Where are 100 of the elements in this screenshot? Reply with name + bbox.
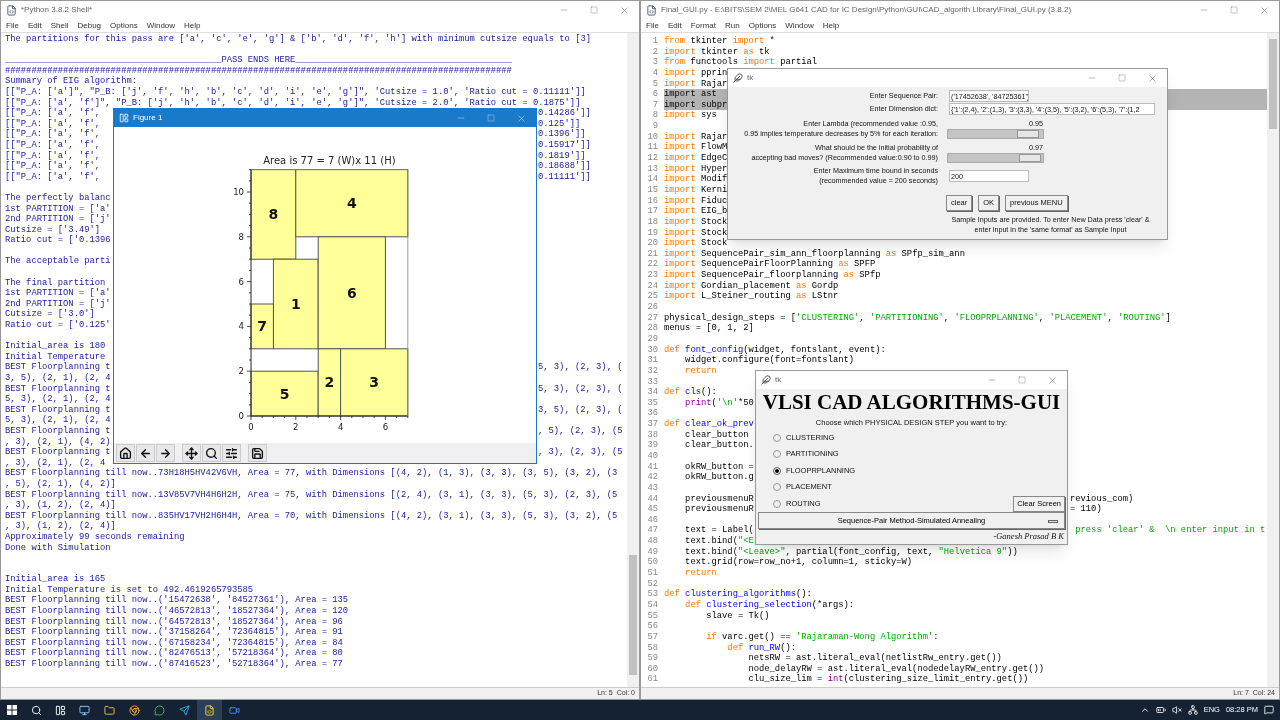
output-line: ################################################################################################ — [5, 65, 512, 76]
line-number: 8 — [651, 110, 658, 122]
menu-item[interactable]: Window — [146, 19, 176, 32]
code-line: import SequencePairFloorPlanning as SPFP — [664, 259, 876, 270]
output-line: Cutsize = ['3.49'] — [5, 224, 101, 235]
line-number: 34 — [646, 387, 658, 398]
code-line: return — [684, 365, 717, 377]
window-title: tk — [747, 72, 754, 84]
save-icon[interactable] — [248, 444, 267, 462]
window-title: Figure 1 — [133, 112, 163, 124]
dropdown-indicator-icon — [1048, 519, 1058, 523]
line-number: 24 — [646, 280, 658, 292]
line-number: 25 — [646, 291, 658, 302]
output-line: _________________________________________PASS ENDS HERE_________________________________________ — [5, 55, 512, 66]
menu-item[interactable]: Options — [110, 19, 138, 32]
menu-item[interactable]: Run — [725, 19, 740, 32]
figure-icon — [119, 113, 129, 123]
code-line: import Stock — [664, 216, 728, 228]
python-file-icon[interactable] — [197, 700, 222, 720]
code-line: def run_RW(): — [726, 642, 796, 654]
line-number: 4 — [651, 67, 658, 79]
code-line: = 110) — [1070, 504, 1102, 515]
scrollbar[interactable] — [1267, 33, 1279, 687]
home-icon[interactable] — [116, 444, 135, 462]
output-line: Initial Temperature is set to 492.4619265793585 — [5, 584, 254, 595]
maximize-icon — [590, 6, 598, 14]
menu-item[interactable]: File — [6, 19, 19, 32]
speaker-muted-icon[interactable] — [1171, 705, 1182, 715]
menu-item[interactable]: Shell — [50, 19, 69, 32]
output-line: The perfectly balanc — [5, 192, 111, 203]
output-line: , 3), (2, 1), (4, 2) — [5, 436, 111, 447]
chevron-up-icon[interactable] — [1139, 705, 1150, 715]
menu-item[interactable]: Options — [748, 19, 777, 32]
line-number: 26 — [646, 302, 658, 313]
sliders-icon[interactable] — [222, 444, 241, 462]
menu-item[interactable]: Format — [690, 19, 717, 32]
output-line: BEST Floorplanning till now..('37158264', '72364815'), Area = 91 — [5, 627, 343, 638]
code-line: def clear_ok_prev — [664, 419, 754, 430]
tick-label: 0 — [238, 411, 244, 421]
line-number: 53 — [646, 589, 658, 600]
maximize-icon — [1118, 74, 1126, 82]
code-line: import EIG_b — [664, 206, 728, 217]
output-line: , 3), (1, 2), (2, 4)] — [5, 521, 116, 532]
menu-item[interactable]: Help — [822, 19, 840, 32]
tick-label: 0 — [248, 422, 254, 432]
line-number: 7 — [651, 99, 658, 111]
menu-item[interactable]: Edit — [667, 19, 682, 32]
output-line: 5, 3), (2, 1), (2, 4 — [5, 415, 111, 426]
radio-button[interactable] — [773, 466, 781, 475]
slider-thumb[interactable] — [1017, 130, 1040, 138]
menu-item[interactable]: Edit — [27, 19, 42, 32]
line-number: 41 — [646, 461, 658, 473]
code-line: from tkinter import * — [664, 36, 775, 47]
code-line: import Gordian_placement as Gordp — [664, 280, 839, 291]
code-line: print('\n'*50 — [684, 397, 754, 409]
output-line: [["P_A: ['a', 'f', — [5, 129, 102, 140]
network-icon[interactable] — [1187, 705, 1198, 715]
output-line: , 3), (2, 3), (5 — [538, 447, 623, 458]
output-line: 1st PARTITION = ['a' — [5, 288, 111, 299]
zoom-icon[interactable] — [202, 444, 221, 462]
output-line: [["P_A: ['a', 'f', — [5, 161, 102, 172]
output-line: BEST Floorplanning t — [5, 362, 111, 373]
line-number: 1 — [651, 36, 658, 47]
code-line: text = Label( — [684, 525, 754, 536]
menu-item[interactable]: Debug — [77, 19, 102, 32]
line-number: 32 — [646, 365, 658, 377]
python-file-icon — [6, 4, 17, 16]
battery-icon[interactable] — [1155, 705, 1166, 715]
floorplan-block: 3 — [340, 348, 409, 417]
floorplan-block: 1 — [272, 258, 319, 350]
close-icon — [1258, 4, 1270, 16]
menu-item[interactable]: Window — [785, 19, 814, 32]
pan-icon[interactable] — [182, 444, 201, 462]
output-line: BEST Floorplanning t — [5, 404, 111, 415]
close-icon — [1046, 374, 1058, 386]
slider-thumb[interactable] — [1018, 154, 1041, 162]
notification-icon[interactable] — [1264, 705, 1274, 715]
line-number: 36 — [646, 408, 658, 420]
code-line: press 'clear' & \n enter input in t — [1074, 525, 1266, 537]
app-heading: VLSI CAD ALGORITHMS-GUI — [762, 389, 1061, 417]
line-number: 27 — [646, 312, 658, 324]
menu-item[interactable]: File — [646, 19, 659, 32]
scrollbar[interactable] — [627, 33, 639, 687]
slider-track[interactable] — [947, 129, 1044, 139]
code-line: import EdgeC — [664, 153, 728, 164]
output-line: BEST Floorplanning t — [5, 425, 111, 436]
code-line: revious_com) — [1070, 493, 1134, 504]
code-line: okRW_button.g — [684, 472, 754, 483]
menu-item[interactable]: Help — [184, 19, 201, 32]
code-line: slave = Tk() — [705, 610, 770, 622]
line-number: 40 — [646, 451, 658, 462]
code-line: netsRW = ast.literal_eval(netlistRw_entry.get()) — [747, 653, 1002, 664]
chart-title: Area is 77 = 7 (W)x 11 (H) — [263, 155, 396, 166]
tick-label: 4 — [238, 321, 244, 332]
output-line: BEST Floorplanning till now..('82476513', '57218364'), Area = 80 — [5, 648, 343, 659]
slider-track[interactable] — [947, 153, 1044, 163]
output-line: 0.125']] — [538, 118, 581, 129]
author-credit: -Ganesh Prasad B K — [993, 529, 1064, 543]
output-line: [["P_A: ['a', 'f', — [5, 118, 102, 129]
output-line: 0.18688']] — [538, 161, 591, 172]
